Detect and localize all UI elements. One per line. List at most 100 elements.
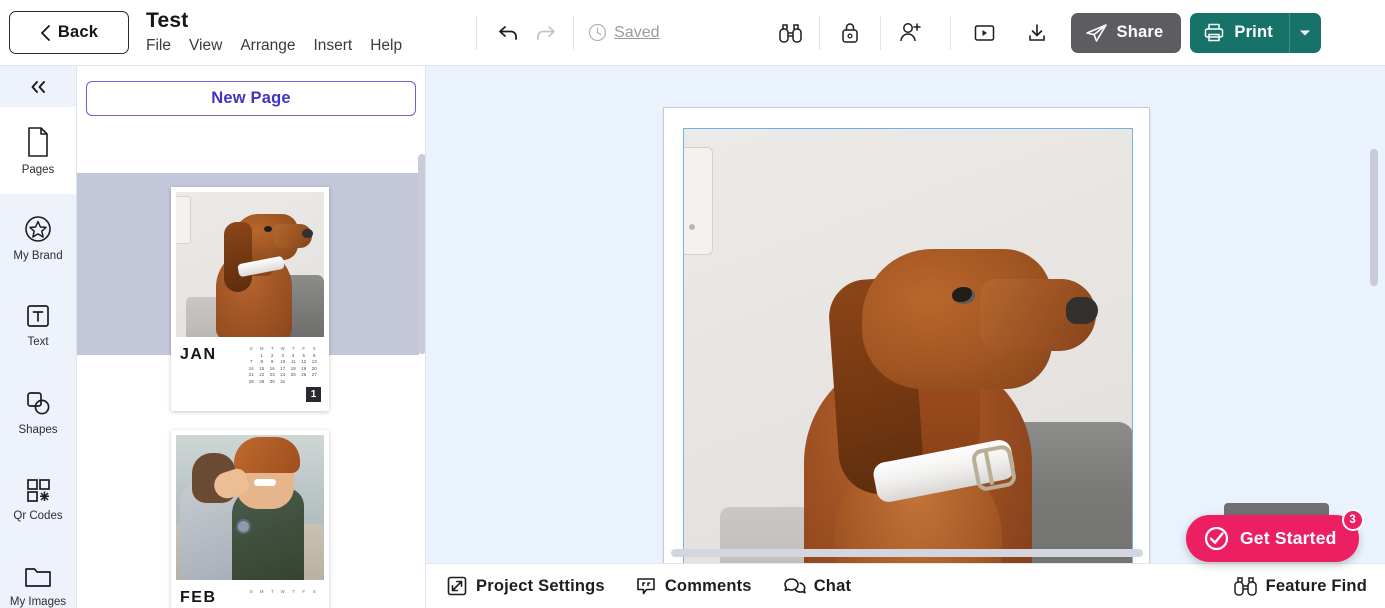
page-title: Test (146, 10, 402, 32)
day: 18 (288, 366, 299, 373)
mini-calendar-header-row: S M T W T F S (246, 346, 320, 353)
day (288, 379, 299, 386)
day: 4 (288, 353, 299, 360)
comments-button[interactable]: Comments (635, 575, 752, 597)
day: 6 (309, 353, 320, 360)
thumbnail-photo-dog (176, 192, 324, 337)
menu-bar: File View Arrange Insert Help (146, 37, 402, 55)
day: 26 (299, 372, 310, 379)
qr-code-icon (24, 476, 52, 504)
menu-item-view[interactable]: View (189, 37, 222, 55)
pages-panel-scrollbar[interactable] (418, 154, 426, 354)
thumbnail-calendar-feb: FEB S M T W T F S 2 (176, 580, 324, 608)
day (299, 379, 310, 386)
page-thumbnail-jan[interactable]: JAN S M T W T F S 1 (171, 187, 329, 411)
history-group (491, 15, 563, 51)
canvas-area[interactable] (426, 66, 1385, 563)
caret-down-icon (1299, 29, 1311, 37)
binoculars-icon (1233, 575, 1258, 597)
binoculars-button[interactable] (773, 15, 809, 51)
day: 11 (288, 359, 299, 366)
mini-calendar-grid: S M T W T F S (246, 589, 320, 608)
binoculars-icon (778, 22, 803, 44)
day: 29 (257, 379, 268, 386)
sidebar-item-my-images[interactable]: My Images (0, 542, 76, 608)
present-play-icon (973, 23, 996, 42)
sidebar-item-pages[interactable]: Pages (0, 107, 76, 194)
day: 24 (278, 372, 289, 379)
day: 31 (278, 379, 289, 386)
sidebar-item-shapes[interactable]: Shapes (0, 368, 76, 455)
comments-label: Comments (665, 577, 752, 596)
share-button[interactable]: Share (1071, 13, 1182, 53)
saved-status[interactable]: Saved (588, 23, 659, 42)
paper-plane-icon (1085, 23, 1108, 43)
print-dropdown-button[interactable] (1289, 13, 1321, 53)
day: 17 (278, 366, 289, 373)
day: 3 (278, 353, 289, 360)
download-button[interactable] (1019, 15, 1055, 51)
sidebar-item-label: Shapes (18, 424, 57, 436)
add-person-icon (899, 21, 923, 44)
undo-button[interactable] (491, 15, 527, 51)
share-button-label: Share (1117, 23, 1164, 42)
mini-calendar-header-row: S M T W T F S (246, 589, 320, 596)
chat-label: Chat (814, 577, 851, 596)
menu-item-arrange[interactable]: Arrange (240, 37, 295, 55)
page-thumbnail-feb[interactable]: FEB S M T W T F S 2 (171, 430, 329, 608)
collapse-rail-button[interactable] (0, 66, 76, 107)
lock-button[interactable] (832, 15, 868, 51)
print-button-group: Print (1190, 13, 1321, 53)
back-button[interactable]: Back (9, 11, 129, 54)
get-started-button[interactable]: Get Started 3 (1186, 515, 1359, 562)
day: 7 (246, 359, 257, 366)
day: 8 (257, 359, 268, 366)
menu-item-help[interactable]: Help (370, 37, 402, 55)
expand-arrows-icon (446, 575, 468, 597)
weekday: F (299, 346, 310, 353)
sidebar-item-qr-codes[interactable]: Qr Codes (0, 455, 76, 542)
divider (476, 16, 477, 50)
lock-icon (840, 21, 860, 44)
new-page-button-label: New Page (211, 89, 291, 108)
canvas-horizontal-scrollbar[interactable] (671, 549, 1143, 557)
sidebar-item-label: My Brand (13, 250, 62, 262)
project-settings-button[interactable]: Project Settings (446, 575, 605, 597)
weekday: M (257, 589, 268, 596)
menu-item-insert[interactable]: Insert (313, 37, 352, 55)
day: 28 (246, 379, 257, 386)
new-page-button[interactable]: New Page (86, 81, 416, 116)
weekday: M (257, 346, 268, 353)
weekday: S (246, 346, 257, 353)
get-started-badge: 3 (1342, 509, 1364, 531)
dog-collar-buckle (970, 444, 1017, 493)
shapes-icon (23, 388, 53, 418)
canvas-page-sheet[interactable] (663, 107, 1150, 563)
bottom-bar: Project Settings Comments Chat Feat (426, 563, 1385, 608)
canvas-vertical-scrollbar[interactable] (1370, 149, 1378, 286)
sidebar-item-text[interactable]: Text (0, 281, 76, 368)
thumbnail-photo-couple (176, 435, 324, 580)
chat-button[interactable]: Chat (782, 575, 851, 597)
mini-calendar-week: 14 15 16 17 18 19 20 (246, 366, 320, 373)
double-chevron-left-icon (27, 79, 49, 95)
day: 12 (299, 359, 310, 366)
undo-arrow-icon (498, 23, 520, 43)
print-button[interactable]: Print (1190, 13, 1289, 53)
day: 23 (267, 372, 278, 379)
present-button[interactable] (967, 15, 1003, 51)
sidebar-item-my-brand[interactable]: My Brand (0, 194, 76, 281)
feature-find-button[interactable]: Feature Find (1233, 575, 1367, 597)
day: 15 (257, 366, 268, 373)
redo-button[interactable] (527, 15, 563, 51)
sidebar-item-label: My Images (10, 596, 66, 608)
top-bar: Back Test File View Arrange Insert Help (0, 0, 1385, 66)
add-collaborator-button[interactable] (893, 15, 929, 51)
day: 10 (278, 359, 289, 366)
page-thumbnail-list: JAN S M T W T F S 1 (77, 173, 426, 608)
menu-item-file[interactable]: File (146, 37, 171, 55)
clock-icon (588, 23, 607, 42)
selected-image-frame[interactable] (683, 128, 1133, 563)
weekday: F (299, 589, 310, 596)
day: 2 (267, 353, 278, 360)
